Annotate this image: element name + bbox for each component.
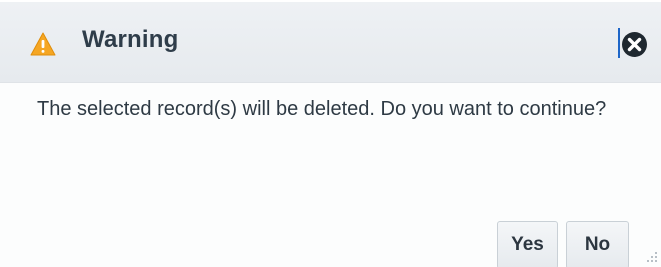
no-button[interactable]: No [566, 221, 629, 267]
resize-grip-icon[interactable] [644, 250, 658, 264]
dialog-title-bar[interactable]: Warning [0, 0, 661, 83]
focus-caret [618, 28, 620, 58]
yes-button[interactable]: Yes [497, 221, 558, 267]
dialog-title: Warning [82, 26, 179, 53]
warning-dialog: Warning The selected record(s) will be d… [0, 0, 661, 267]
close-icon[interactable] [621, 31, 648, 58]
warning-triangle-icon [30, 32, 56, 56]
dialog-message: The selected record(s) will be deleted. … [37, 98, 607, 120]
